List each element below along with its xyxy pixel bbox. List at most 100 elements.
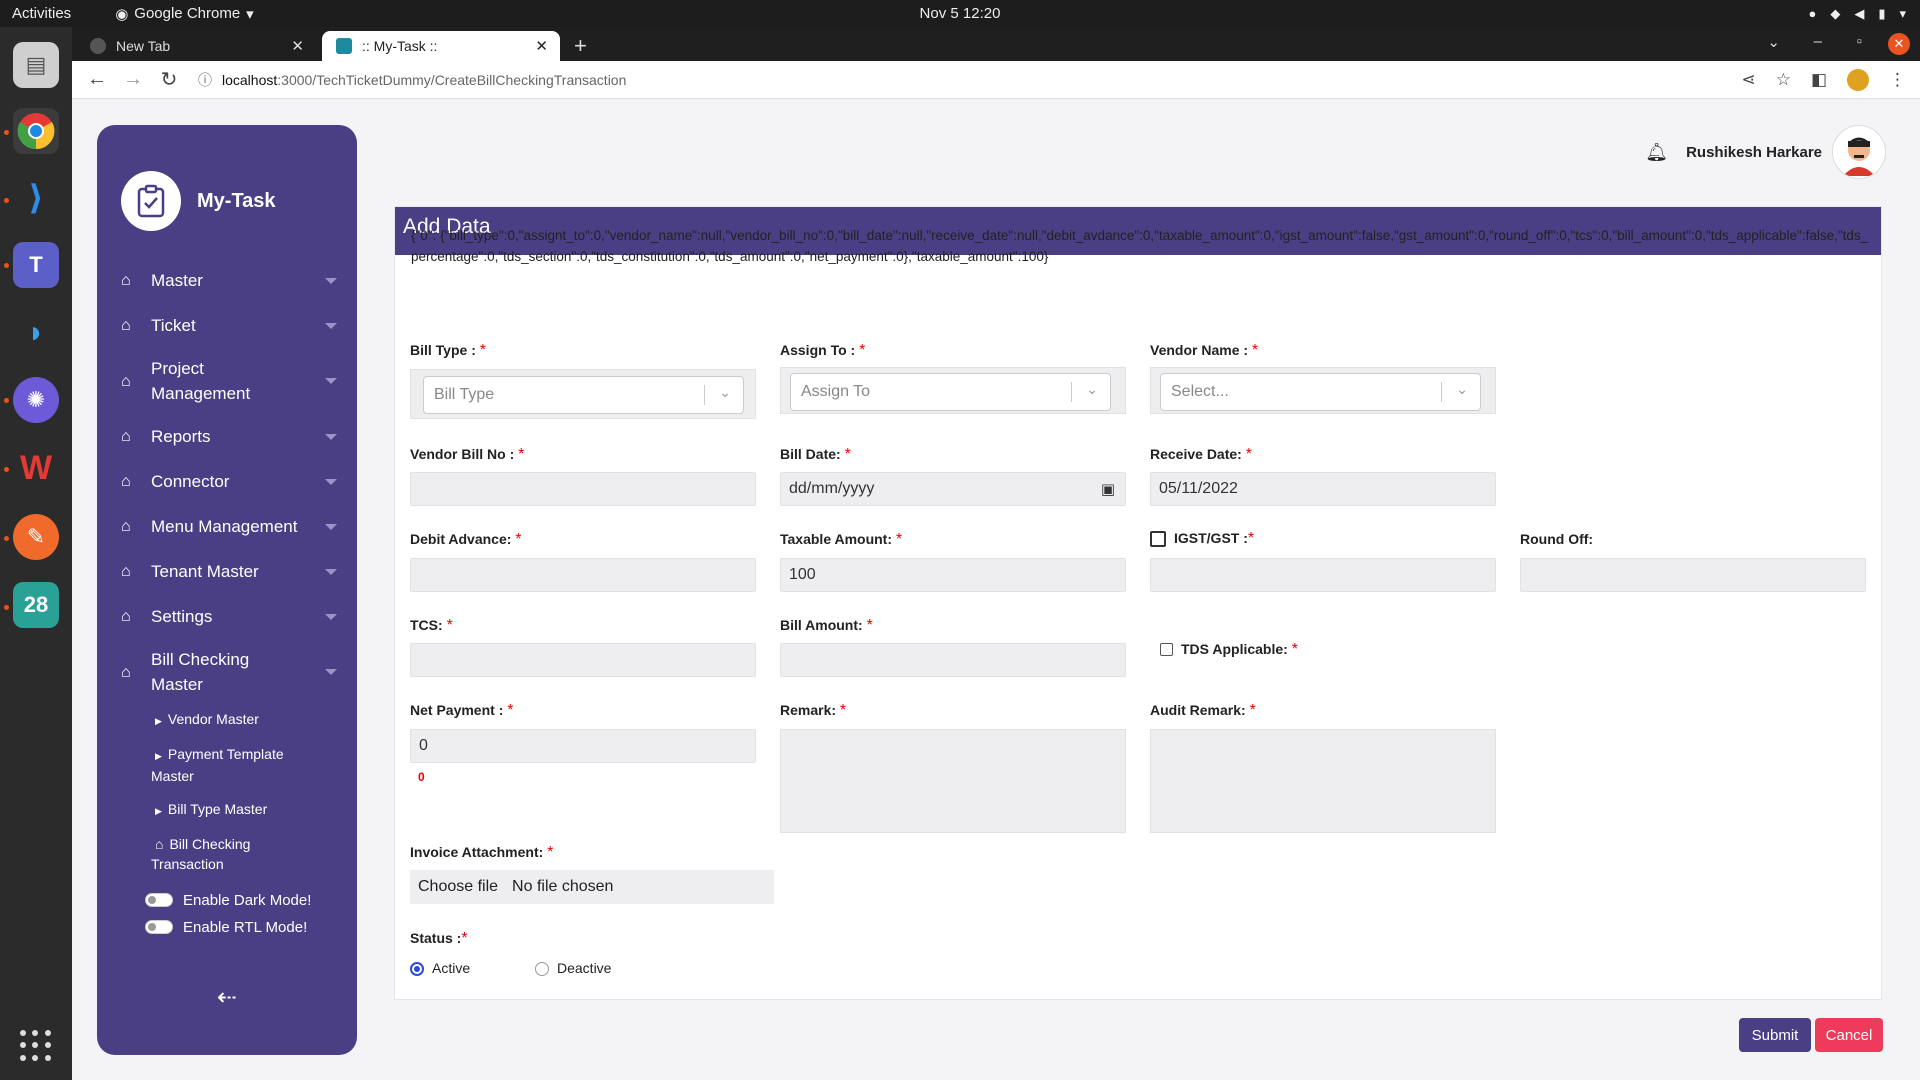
sidebar-item-ticket[interactable]: ⌂ Ticket (121, 303, 337, 348)
site-info-icon[interactable]: ⓘ (198, 70, 212, 90)
radio-deactive[interactable] (535, 962, 549, 977)
audit-remark-textarea[interactable] (1150, 729, 1496, 833)
submenu-item-bill-checking-transaction[interactable]: ⌂ Bill Checking Transaction (151, 834, 281, 874)
clock[interactable]: Nov 5 12:20 (0, 5, 1920, 22)
radio-active[interactable] (410, 962, 424, 977)
back-icon[interactable]: ← (86, 68, 108, 91)
tab-search-icon[interactable]: ⌄ (1767, 33, 1780, 51)
new-tab-icon[interactable]: + (574, 33, 587, 59)
bell-icon[interactable]: 🔔︎ (1645, 142, 1668, 163)
rtl-mode-toggle[interactable]: Enable RTL Mode! (145, 917, 311, 937)
calendar-icon[interactable]: ▣ (1101, 480, 1115, 498)
network-app-icon[interactable]: ✺ (13, 377, 59, 423)
vendor-name-select[interactable]: Select... ⌄ (1160, 373, 1481, 411)
side-panel-icon[interactable]: ◧ (1811, 70, 1827, 90)
show-apps-icon[interactable] (20, 1030, 52, 1062)
address-bar[interactable]: ⓘ localhost:3000/TechTicketDummy/CreateB… (198, 70, 626, 90)
radio-label: Deactive (557, 960, 612, 976)
collapse-sidebar-icon[interactable]: ⇠ (217, 983, 237, 1012)
caret-down-icon (325, 433, 337, 440)
invoice-attachment-label: Invoice Attachment: * (410, 844, 554, 861)
sidebar-item-tenant-master[interactable]: ⌂ Tenant Master (121, 549, 337, 594)
caret-down-icon (325, 322, 337, 329)
tds-applicable-checkbox[interactable] (1160, 643, 1173, 657)
choose-file-button[interactable]: Choose file (418, 878, 498, 896)
system-tray[interactable]: ● ◆ ◀ ▮ ▾ (1808, 0, 1906, 27)
wps-office-icon[interactable]: W (13, 445, 59, 491)
taxable-amount-input[interactable]: 100 (780, 558, 1126, 592)
sidebar-item-connector[interactable]: ⌂ Connector (121, 459, 337, 504)
sidebar-item-label: Ticket (151, 315, 196, 335)
sidebar-item-settings[interactable]: ⌂ Settings (121, 594, 337, 639)
remark-textarea[interactable] (780, 729, 1126, 833)
kebab-menu-icon[interactable]: ⋮ (1889, 70, 1906, 90)
close-tab-icon[interactable]: ✕ (291, 37, 304, 55)
sidebar-item-master[interactable]: ⌂ Master (121, 258, 337, 303)
round-off-input[interactable] (1520, 558, 1866, 592)
share-icon[interactable]: ⋖ (1741, 70, 1755, 90)
home-icon: ⌂ (121, 427, 131, 445)
files-icon[interactable]: ▤ (13, 42, 59, 88)
tcs-input[interactable] (410, 643, 756, 677)
running-indicator (4, 536, 9, 541)
cancel-button[interactable]: Cancel (1815, 1018, 1883, 1052)
submenu-item-bill-type-master[interactable]: ▶ Bill Type Master (151, 799, 337, 821)
round-off-label: Round Off: (1520, 531, 1594, 547)
bill-amount-input[interactable] (780, 643, 1126, 677)
calendar-icon[interactable]: 28 (13, 582, 59, 628)
debit-advance-input[interactable] (410, 558, 756, 592)
app-menu[interactable]: ◉ Google Chrome ▾ (115, 5, 254, 23)
taxable-amount-label: Taxable Amount: * (780, 531, 903, 548)
sidebar-item-project-management[interactable]: ⌂ Project Management (121, 348, 337, 414)
window-close-icon[interactable]: ✕ (1888, 33, 1910, 55)
volume-icon: ◀ (1854, 5, 1865, 21)
igst-gst-checkbox[interactable] (1150, 530, 1166, 547)
submit-button[interactable]: Submit (1739, 1018, 1811, 1052)
dark-mode-toggle[interactable]: Enable Dark Mode! (145, 890, 311, 910)
submenu-item-payment-template-master[interactable]: ▶ Payment Template Master (151, 744, 311, 786)
reload-icon[interactable]: ↻ (158, 67, 180, 92)
net-payment-input[interactable]: 0 (410, 729, 756, 763)
toggle-switch[interactable] (145, 920, 173, 934)
receive-date-input[interactable]: 05/11/2022 (1150, 472, 1496, 506)
close-tab-icon[interactable]: ✕ (535, 37, 548, 55)
status-active-option[interactable]: Active (410, 960, 470, 977)
tab-my-task[interactable]: :: My-Task :: ✕ (322, 31, 560, 61)
bill-type-select[interactable]: Bill Type ⌄ (423, 376, 744, 414)
running-indicator (4, 130, 9, 135)
tab-new-tab[interactable]: New Tab ✕ (76, 31, 316, 61)
assign-to-select[interactable]: Assign To ⌄ (790, 373, 1111, 411)
sidebar-item-reports[interactable]: ⌂ Reports (121, 414, 337, 459)
brand[interactable]: My-Task (121, 171, 276, 231)
vscode-icon[interactable]: ⟩ (13, 175, 59, 221)
restore-icon[interactable]: ▫ (1857, 33, 1862, 50)
bookmark-star-icon[interactable]: ☆ (1776, 70, 1791, 90)
sidebar-item-label: Master (151, 270, 203, 290)
select-placeholder: Assign To (801, 383, 871, 400)
minimize-icon[interactable]: – (1814, 33, 1822, 50)
igst-gst-input[interactable] (1150, 558, 1496, 592)
user-name[interactable]: Rushikesh Harkare (1686, 144, 1822, 161)
bill-date-input[interactable]: dd/mm/yyyy ▣ (780, 472, 1126, 506)
postman-icon[interactable]: ✎ (13, 514, 59, 560)
status-deactive-option[interactable]: Deactive (535, 960, 612, 977)
avatar[interactable] (1832, 125, 1886, 179)
profile-avatar[interactable] (1847, 69, 1869, 91)
teams-icon[interactable]: T (13, 242, 59, 288)
sidebar-item-bill-checking-master[interactable]: ⌂ Bill Checking Master (121, 639, 337, 705)
activities-button[interactable]: Activities (12, 5, 71, 22)
forward-icon[interactable]: → (122, 68, 144, 91)
submenu-item-vendor-master[interactable]: ▶ Vendor Master (151, 709, 337, 731)
invoice-file-input[interactable]: Choose file No file chosen (410, 870, 774, 904)
select-separator (704, 385, 705, 405)
url-path: :3000/TechTicketDummy/CreateBillChecking… (277, 71, 627, 88)
chrome-dock-icon[interactable] (13, 108, 59, 154)
toggle-switch[interactable] (145, 893, 173, 907)
vendor-bill-no-input[interactable] (410, 472, 756, 506)
dolphin-icon[interactable]: ◗ (13, 310, 59, 356)
sidebar-item-menu-management[interactable]: ⌂ Menu Management (121, 504, 337, 549)
home-icon: ⌂ (121, 517, 131, 535)
home-icon: ⌂ (121, 271, 131, 289)
home-icon: ⌂ (121, 372, 131, 390)
network-icon: ◆ (1830, 5, 1841, 21)
